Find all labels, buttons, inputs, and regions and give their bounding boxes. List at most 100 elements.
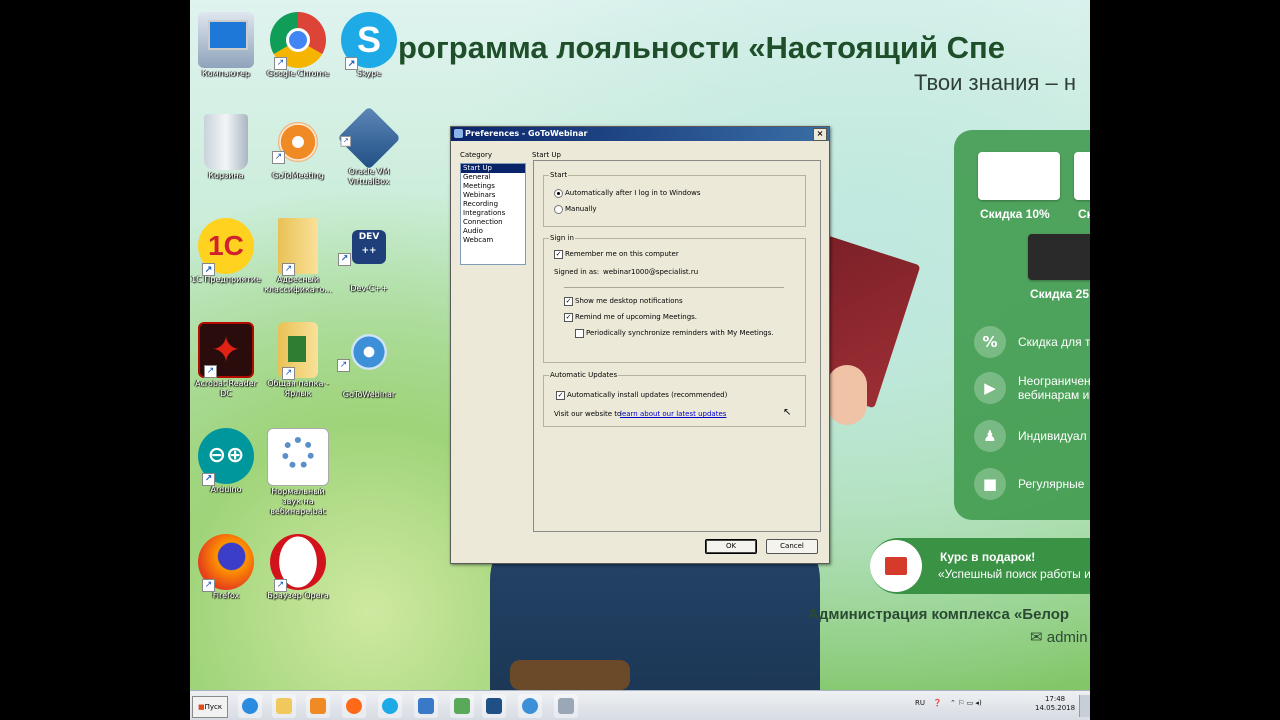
play-icon: ▶ — [974, 372, 1006, 404]
taskbar-virtualbox[interactable] — [482, 694, 506, 718]
close-button[interactable]: × — [813, 128, 827, 141]
manual-start-label: Manually — [565, 205, 597, 213]
category-item-connection[interactable]: Connection — [461, 218, 525, 227]
desktop-icon-skype[interactable]: S ↗ Skype — [333, 12, 405, 79]
shortcut-arrow-icon: ↗ — [337, 359, 350, 372]
banner-title: рограмма лояльности «Настоящий Спе — [398, 30, 1005, 65]
discount-label-1: Скидка 10% — [980, 207, 1050, 221]
desktop-icon-virtualbox[interactable]: ↗ Oracle VM VirtualBox — [333, 106, 405, 187]
desktop-icon-recycle-bin[interactable]: Корзина — [190, 114, 262, 181]
taskbar-settings[interactable] — [554, 694, 578, 718]
auto-install-checkbox[interactable]: ✓ — [556, 391, 565, 400]
1c-icon: 1С ↗ — [198, 218, 254, 276]
remind-meetings-label: Remind me of upcoming Meetings. — [575, 313, 698, 321]
help-icon[interactable]: ❓ — [933, 699, 942, 707]
shared-folder-icon: ↗ — [278, 322, 318, 380]
desktop-notifications-checkbox[interactable]: ✓ — [564, 297, 573, 306]
desktop-icon-computer[interactable]: Компьютер — [190, 12, 262, 79]
taskbar-firefox[interactable] — [342, 694, 366, 718]
shortcut-arrow-icon: ↗ — [282, 367, 295, 380]
taskbar: ■Пуск RU ❓ ⌃ ⚐ ▭ ◂) 17:48 14.05.2018 — [190, 690, 1090, 720]
settings-panel: Start Automatically after I log in to Wi… — [533, 160, 821, 532]
dialog-titlebar[interactable]: Preferences - GoToWebinar × — [451, 127, 829, 141]
taskbar-explorer[interactable] — [272, 694, 296, 718]
computer-icon — [198, 12, 254, 68]
settings-icon — [558, 698, 574, 714]
category-list[interactable]: Start Up General Meetings Webinars Recor… — [460, 163, 526, 265]
gotowebinar-icon — [522, 698, 538, 714]
sync-reminders-checkbox[interactable] — [575, 329, 584, 338]
firefox-icon — [346, 698, 362, 714]
people-icon: ♟ — [974, 420, 1006, 452]
folder-icon: ↗ — [278, 218, 318, 276]
taskbar-media-player[interactable] — [306, 694, 330, 718]
desktop-icon-opera[interactable]: ↗ Браузер Opera — [262, 534, 334, 601]
media-player-icon — [310, 698, 326, 714]
taskbar-notepad[interactable] — [450, 694, 474, 718]
desktop-icon-arduino[interactable]: ⊖⊕ ↗ Arduino — [190, 428, 262, 495]
manual-start-radio[interactable] — [554, 205, 563, 214]
gift-icon: ■ — [974, 468, 1006, 500]
clock[interactable]: 17:48 14.05.2018 — [1035, 695, 1075, 713]
category-item-start-up[interactable]: Start Up — [461, 164, 525, 173]
admin-mail: ✉ admin — [1030, 629, 1088, 646]
virtualbox-icon: ↗ — [337, 106, 401, 170]
desktop-screen: рограмма лояльности «Настоящий Спе Твои … — [190, 0, 1090, 720]
feature-discount: % Скидка для т — [974, 326, 1090, 358]
skype-icon — [382, 698, 398, 714]
discount-card-1 — [978, 152, 1060, 200]
latest-updates-link[interactable]: learn about our latest updates — [620, 410, 726, 418]
tray-icons[interactable]: ⌃ ⚐ ▭ ◂) — [950, 699, 982, 707]
remind-meetings-checkbox[interactable]: ✓ — [564, 313, 573, 322]
show-desktop-button[interactable] — [1079, 695, 1090, 717]
desktop-notifications-label: Show me desktop notifications — [575, 297, 683, 305]
internet-explorer-icon — [242, 698, 258, 714]
desktop-icon-acrobat[interactable]: ✦ ↗ Acrobat Reader DC — [190, 322, 262, 399]
admin-text: Администрация комплекса «Белор — [808, 606, 1070, 623]
feature-individual: ♟ Индивидуал — [974, 420, 1087, 452]
desktop-icon-gotomeeting[interactable]: ↗ GoToMeeting — [262, 114, 334, 181]
category-item-webinars[interactable]: Webinars — [461, 191, 525, 200]
category-item-general[interactable]: General — [461, 173, 525, 182]
taskbar-skype[interactable] — [378, 694, 402, 718]
shortcut-arrow-icon: ↗ — [202, 473, 215, 486]
category-item-recording[interactable]: Recording — [461, 200, 525, 209]
remember-me-label: Remember me on this computer — [565, 250, 679, 258]
shortcut-arrow-icon: ↗ — [274, 57, 287, 70]
shortcut-arrow-icon: ↗ — [282, 263, 295, 276]
signin-separator — [564, 287, 784, 288]
bat-file-icon — [267, 428, 329, 486]
language-indicator[interactable]: RU — [915, 699, 925, 707]
shortcut-arrow-icon: ↗ — [338, 253, 351, 266]
desktop-icon-firefox[interactable]: ↗ Firefox — [190, 534, 262, 601]
desktop-icon-gotowebinar[interactable]: ↗ GoToWebinar — [333, 334, 405, 400]
taskbar-gotowebinar[interactable] — [518, 694, 542, 718]
category-item-webcam[interactable]: Webcam — [461, 236, 525, 245]
category-item-integrations[interactable]: Integrations — [461, 209, 525, 218]
auto-start-radio[interactable] — [554, 189, 563, 198]
shortcut-arrow-icon: ↗ — [204, 365, 217, 378]
taskbar-ie[interactable] — [238, 694, 262, 718]
feature-webinars: ▶ Неограничен вебинарам и — [974, 372, 1090, 404]
desktop-icon-shared-folder[interactable]: ↗ Общая папка - Ярлык — [262, 322, 334, 399]
remember-me-checkbox[interactable]: ✓ — [554, 250, 563, 259]
percent-icon: % — [974, 326, 1006, 358]
shortcut-arrow-icon: ↗ — [345, 57, 358, 70]
ok-button[interactable]: OK — [705, 539, 757, 554]
category-item-meetings[interactable]: Meetings — [461, 182, 525, 191]
hand-decoration — [827, 365, 867, 425]
taskbar-app[interactable] — [414, 694, 438, 718]
cancel-button[interactable]: Cancel — [766, 539, 818, 554]
desktop-icon-bat[interactable]: Нормальный звук на вебинаре.bat — [262, 428, 334, 517]
start-button[interactable]: ■Пуск — [192, 696, 228, 718]
category-item-audio[interactable]: Audio — [461, 227, 525, 236]
gift-subtitle: «Успешный поиск работы и — [938, 567, 1090, 581]
discount-card-3 — [1028, 234, 1090, 280]
firefox-icon: ↗ — [198, 534, 254, 592]
desktop-icon-1c[interactable]: 1С ↗ 1С Предприятие — [190, 218, 262, 285]
desktop-icon-folder[interactable]: ↗ Адресный классификато... — [262, 218, 334, 295]
loyalty-panel: Скидка 10% Ск Скидка 25 % Скидка для т ▶… — [954, 130, 1090, 520]
start-legend: Start — [549, 171, 569, 179]
desktop-icon-devcpp[interactable]: DEV ++ ↗ Dev-C++ — [333, 230, 405, 294]
desktop-icon-chrome[interactable]: ↗ Google Chrome — [262, 12, 334, 79]
